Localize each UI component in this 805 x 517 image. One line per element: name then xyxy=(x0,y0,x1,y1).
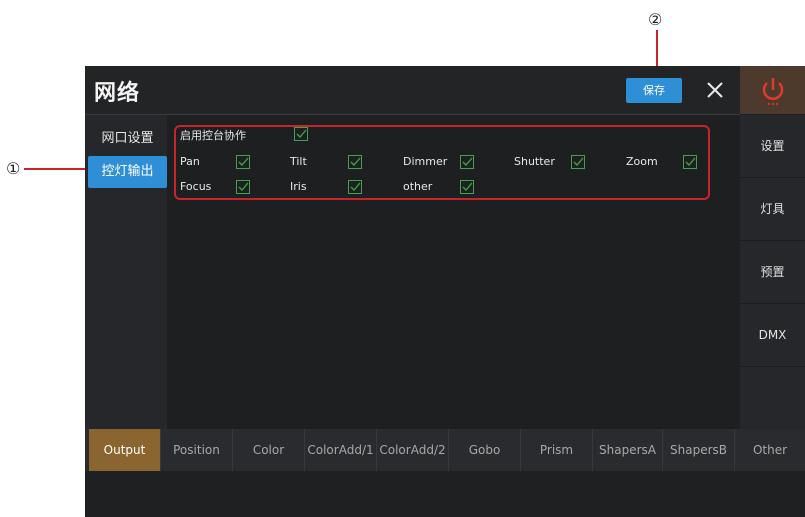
tab-shapers-a[interactable]: ShapersA xyxy=(593,429,663,471)
left-nav-item-fixture-output[interactable]: 控灯输出 xyxy=(88,156,167,188)
tab-gobo[interactable]: Gobo xyxy=(449,429,521,471)
right-nav-item-settings[interactable]: 设置 xyxy=(740,115,805,178)
right-nav-item-presets[interactable]: 预置 xyxy=(740,241,805,304)
right-nav: 设置 灯具 预置 DMX xyxy=(740,115,805,429)
left-nav: 网口设置 控灯输出 xyxy=(85,115,167,429)
left-nav-item-port-settings[interactable]: 网口设置 xyxy=(88,123,167,155)
annotation-highlight-box xyxy=(174,125,710,200)
title-bar: 网络 保存 xyxy=(85,66,740,115)
annotation-marker-2: ② xyxy=(648,10,663,29)
footer-area xyxy=(85,471,805,517)
window-title: 网络 xyxy=(94,81,141,106)
right-nav-item-dmx[interactable]: DMX xyxy=(740,304,805,367)
power-button[interactable] xyxy=(740,66,805,114)
annotation-marker-1: ① xyxy=(6,159,21,178)
close-icon xyxy=(707,82,723,98)
tab-shapers-b[interactable]: ShapersB xyxy=(663,429,735,471)
attribute-tab-bar: Output Position Color ColorAdd/1 ColorAd… xyxy=(85,429,805,471)
tab-coloradd-1[interactable]: ColorAdd/1 xyxy=(305,429,377,471)
tab-prism[interactable]: Prism xyxy=(521,429,593,471)
tab-other[interactable]: Other xyxy=(735,429,805,471)
right-nav-item-fixtures[interactable]: 灯具 xyxy=(740,178,805,241)
tab-coloradd-2[interactable]: ColorAdd/2 xyxy=(377,429,449,471)
save-button[interactable]: 保存 xyxy=(626,78,682,103)
tab-output[interactable]: Output xyxy=(89,429,161,471)
tab-color[interactable]: Color xyxy=(233,429,305,471)
power-icon xyxy=(762,78,784,105)
tab-position[interactable]: Position xyxy=(161,429,233,471)
close-button[interactable] xyxy=(700,75,730,105)
